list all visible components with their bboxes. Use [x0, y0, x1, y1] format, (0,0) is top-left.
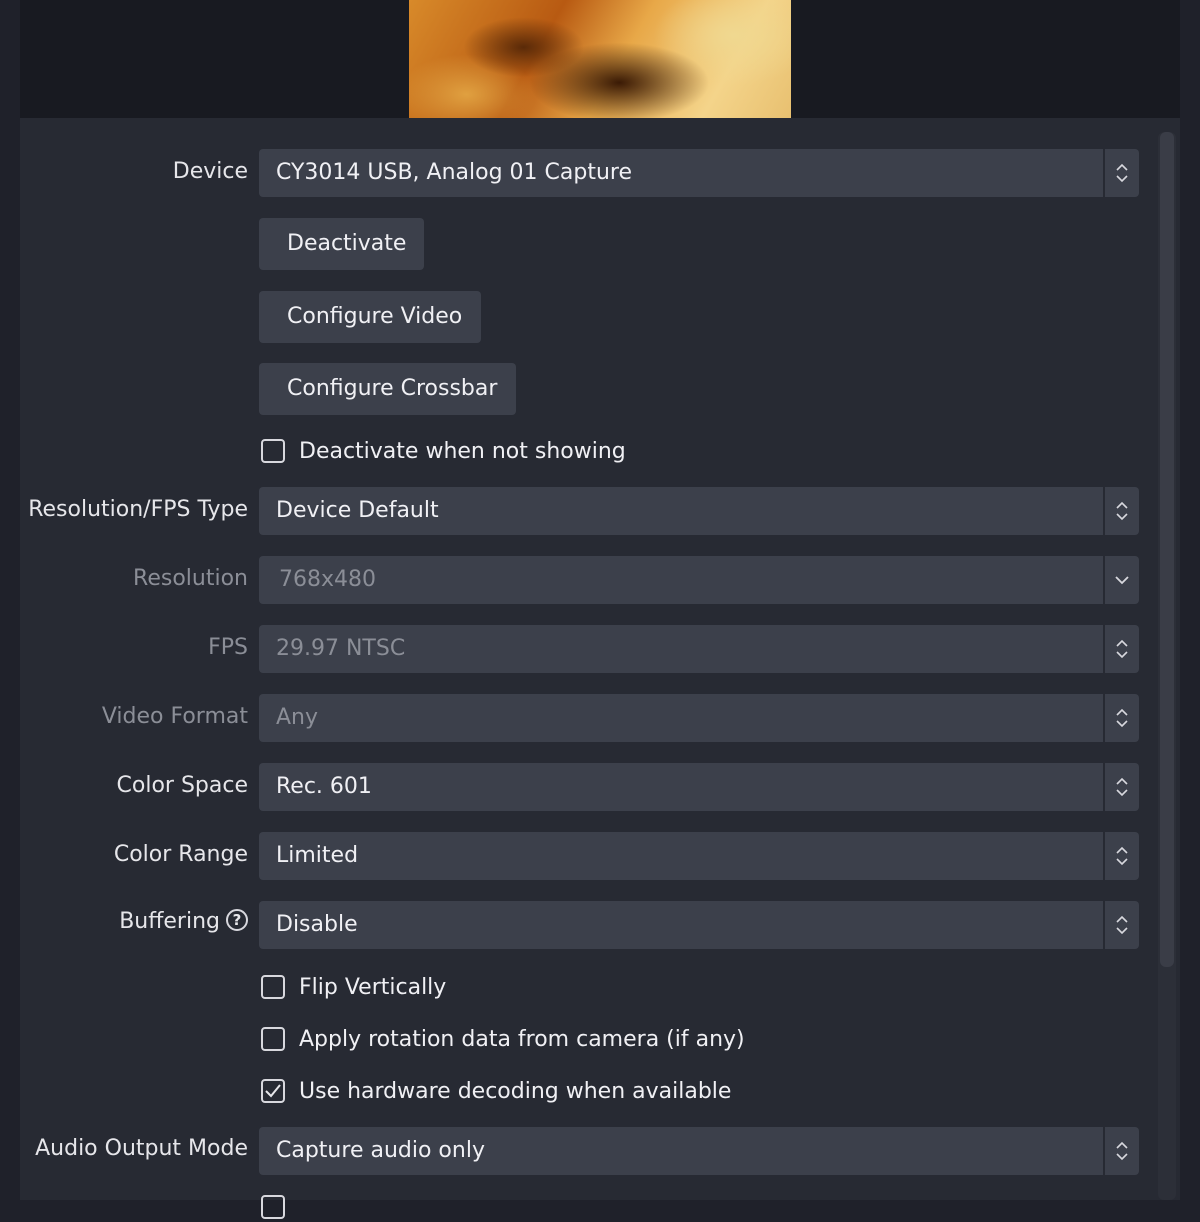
up-down-arrows-icon[interactable] [1103, 487, 1139, 535]
resolution-label: Resolution [133, 566, 248, 591]
fps-label: FPS [208, 635, 248, 660]
buffering-label-row: Buffering? [8, 907, 248, 937]
up-down-arrows-icon[interactable] [1103, 901, 1139, 949]
color-range-select[interactable]: Limited [259, 832, 1139, 880]
color-range-value: Limited [276, 843, 359, 868]
configure-video-button[interactable]: Configure Video [259, 291, 481, 343]
video-format-value: Any [276, 705, 319, 730]
up-down-arrows-icon[interactable] [1103, 1127, 1139, 1175]
checkmark-icon[interactable] [261, 1079, 285, 1103]
checkbox-label: Deactivate when not showing [299, 438, 626, 464]
up-down-arrows-icon[interactable] [1103, 625, 1139, 673]
checkbox-label: Use hardware decoding when available [299, 1078, 732, 1104]
question-circle-icon[interactable]: ? [226, 909, 248, 931]
flip-vertically-checkbox[interactable]: Flip Vertically [261, 972, 446, 1002]
color-space-value: Rec. 601 [276, 774, 372, 799]
deactivate-button[interactable]: Deactivate [259, 218, 424, 270]
checkbox-label: Apply rotation data from camera (if any) [299, 1026, 745, 1052]
resolution-value: 768x480 [279, 567, 377, 592]
checkbox-label: Flip Vertically [299, 974, 447, 1000]
chevron-down-icon[interactable] [1103, 556, 1139, 604]
resolution-fps-type-label: Resolution/FPS Type [28, 497, 248, 522]
hardware-decoding-checkbox[interactable]: Use hardware decoding when available [261, 1076, 731, 1106]
audio-output-mode-value: Capture audio only [276, 1138, 485, 1163]
buffering-value: Disable [276, 912, 358, 937]
checkbox-unchecked-icon[interactable] [261, 975, 285, 999]
partial-checkbox[interactable] [261, 1192, 285, 1222]
scrollbar-thumb[interactable] [1160, 132, 1174, 967]
fps-select[interactable]: 29.97 NTSC [259, 625, 1139, 673]
resolution-combobox[interactable]: 768x480 [259, 556, 1139, 604]
apply-rotation-checkbox[interactable]: Apply rotation data from camera (if any) [261, 1024, 745, 1054]
device-label: Device [172, 159, 248, 184]
up-down-arrows-icon[interactable] [1103, 694, 1139, 742]
buffering-select[interactable]: Disable [259, 901, 1139, 949]
device-value: CY3014 USB, Analog 01 Capture [276, 160, 633, 185]
color-space-select[interactable]: Rec. 601 [259, 763, 1139, 811]
audio-output-mode-label: Audio Output Mode [35, 1136, 248, 1161]
checkbox-unchecked-icon[interactable] [261, 439, 285, 463]
video-format-select[interactable]: Any [259, 694, 1139, 742]
video-format-label: Video Format [101, 704, 248, 729]
fps-value: 29.97 NTSC [276, 636, 406, 661]
checkbox-unchecked-icon[interactable] [261, 1195, 285, 1219]
color-range-label: Color Range [113, 842, 248, 867]
deactivate-when-not-showing-checkbox[interactable]: Deactivate when not showing [261, 436, 626, 466]
up-down-arrows-icon[interactable] [1103, 149, 1139, 197]
video-preview-image [409, 0, 791, 121]
up-down-arrows-icon[interactable] [1103, 763, 1139, 811]
resolution-fps-type-select[interactable]: Device Default [259, 487, 1139, 535]
device-select[interactable]: CY3014 USB, Analog 01 Capture [259, 149, 1139, 197]
up-down-arrows-icon[interactable] [1103, 832, 1139, 880]
preview-area [20, 0, 1180, 121]
audio-output-mode-select[interactable]: Capture audio only [259, 1127, 1139, 1175]
resolution-fps-type-value: Device Default [276, 498, 439, 523]
configure-crossbar-button[interactable]: Configure Crossbar [259, 363, 516, 415]
buffering-label: Buffering [119, 909, 220, 934]
color-space-label: Color Space [116, 773, 248, 798]
checkbox-unchecked-icon[interactable] [261, 1027, 285, 1051]
